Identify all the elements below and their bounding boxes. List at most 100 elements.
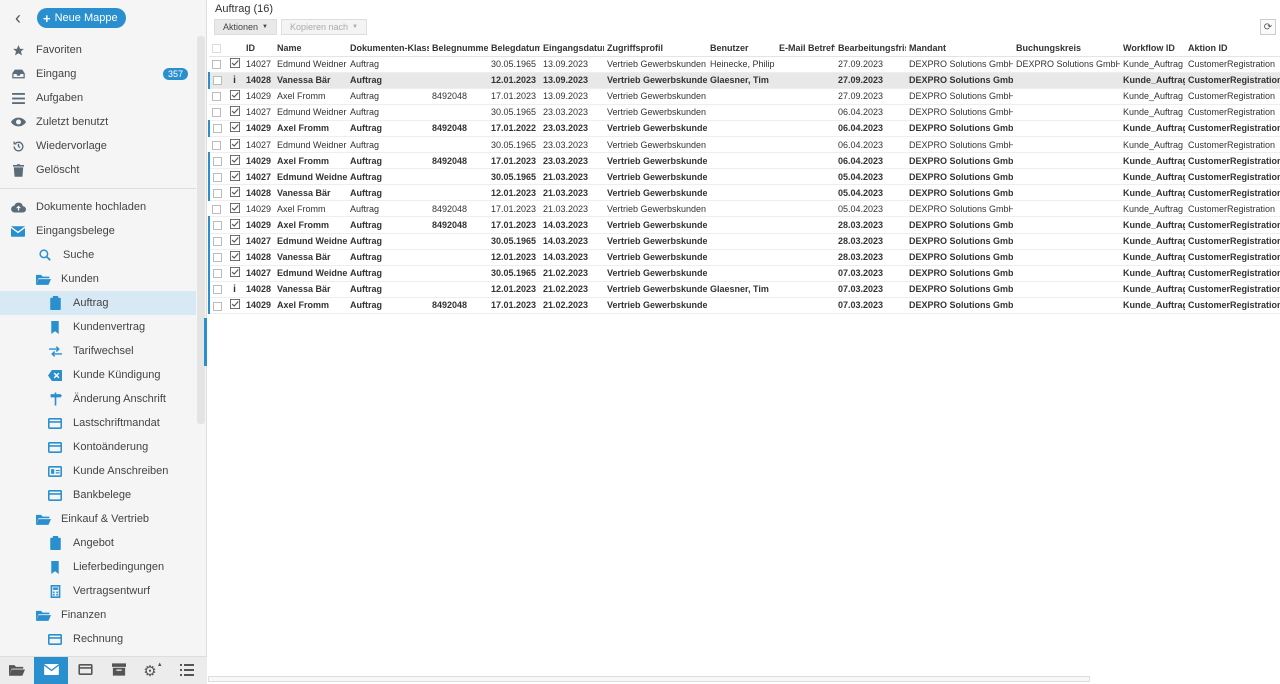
settings-tab-button[interactable]: ⚙ ▲ xyxy=(136,657,170,684)
sidebar-resize-handle[interactable] xyxy=(204,318,207,366)
tree-aenderung-anschrift[interactable]: Änderung Anschrift xyxy=(0,387,196,411)
row-checkbox[interactable] xyxy=(213,301,222,311)
row-select-cell[interactable] xyxy=(208,152,226,170)
nav-upload[interactable]: Dokumente hochladen xyxy=(0,195,196,219)
row-select-cell[interactable] xyxy=(209,88,226,105)
column-header[interactable]: Bearbeitungsfrist xyxy=(835,40,906,57)
column-header[interactable]: Workflow ID xyxy=(1120,40,1185,57)
mail-tab-button[interactable] xyxy=(34,657,68,684)
row-checkbox[interactable] xyxy=(213,253,222,263)
table-row[interactable]: 14027 Edmund Weidner Auftrag 30.05.1965 21.0… xyxy=(208,265,1280,282)
row-checkbox[interactable] xyxy=(213,156,222,166)
horizontal-scrollbar[interactable] xyxy=(208,676,1090,682)
row-checkbox[interactable] xyxy=(213,188,222,198)
row-checkbox[interactable] xyxy=(213,269,222,279)
tree-lieferbedingungen[interactable]: Lieferbedingungen xyxy=(0,555,196,579)
row-checkbox[interactable] xyxy=(212,108,221,118)
row-select-cell[interactable] xyxy=(208,72,226,89)
tree-rechnung[interactable]: Rechnung xyxy=(0,627,196,651)
table-row[interactable]: i 14028 Vanessa Bär Auftrag 12.01.2023 13.09.… xyxy=(208,72,1280,89)
table-row[interactable]: 14029 Axel Fromm Auftrag 8492048 17.01.2023 1… xyxy=(209,88,1280,105)
checkbox[interactable] xyxy=(212,43,221,53)
folder-tab-button[interactable] xyxy=(0,657,34,684)
select-all-checkbox[interactable] xyxy=(209,40,226,57)
row-select-cell[interactable] xyxy=(209,200,226,218)
row-select-cell[interactable] xyxy=(208,120,226,137)
nav-geloescht[interactable]: Gelöscht xyxy=(0,158,196,182)
copy-to-dropdown[interactable]: Kopieren nach ▼ xyxy=(280,19,367,35)
row-checkbox[interactable] xyxy=(213,221,222,231)
table-row[interactable]: 14029 Axel Fromm Auftrag 8492048 17.01.2023 1… xyxy=(208,216,1280,234)
column-header[interactable]: Belegdatum xyxy=(488,40,540,57)
row-checkbox[interactable] xyxy=(213,237,222,247)
column-header[interactable]: Belegnummer xyxy=(429,40,488,57)
row-checkbox[interactable] xyxy=(213,172,222,182)
row-checkbox[interactable] xyxy=(212,92,221,102)
tree-kunden[interactable]: Kunden xyxy=(0,267,196,291)
row-select-cell[interactable] xyxy=(208,233,226,250)
tree-tarifwechsel[interactable]: Tarifwechsel xyxy=(0,339,196,363)
table-row[interactable]: 14029 Axel Fromm Auftrag 8492048 17.01.2023 2… xyxy=(208,297,1280,315)
column-header[interactable]: Aktion ID xyxy=(1185,40,1280,57)
row-checkbox[interactable] xyxy=(213,285,222,295)
tree-kunde-kuendigung[interactable]: Kunde Kündigung xyxy=(0,363,196,387)
row-select-cell[interactable] xyxy=(208,184,226,202)
archive-tab-button[interactable] xyxy=(102,657,136,684)
tree-vertragsentwurf[interactable]: Vertragsentwurf xyxy=(0,579,196,603)
table-row[interactable]: 14028 Vanessa Bär Auftrag 12.01.2023 14.03.2… xyxy=(208,249,1280,266)
column-header[interactable]: Dokumenten-Klasse xyxy=(347,40,429,57)
row-checkbox[interactable] xyxy=(212,60,221,70)
back-button[interactable]: ‹ xyxy=(4,4,32,32)
column-header[interactable]: Buchungskreis xyxy=(1013,40,1120,57)
nav-wiedervorlage[interactable]: Wiedervorlage xyxy=(0,134,196,158)
table-row[interactable]: 14027 Edmund Weidner Auftrag 30.05.1965 21.0… xyxy=(208,168,1280,186)
table-row[interactable]: i 14028 Vanessa Bär Auftrag 12.01.2023 21.02.… xyxy=(208,281,1280,298)
table-row[interactable]: 14028 Vanessa Bär Auftrag 12.01.2023 21.03.2… xyxy=(208,184,1280,202)
new-folder-button[interactable]: + Neue Mappe xyxy=(37,8,126,28)
column-header[interactable]: Benutzer xyxy=(707,40,776,57)
table-row[interactable]: 14027 Edmund Weidner Auftrag 30.05.1965 14.0… xyxy=(208,233,1280,250)
row-select-cell[interactable] xyxy=(208,281,226,298)
tree-kundenvertrag[interactable]: Kundenvertrag xyxy=(0,315,196,339)
column-header[interactable]: Name xyxy=(274,40,347,57)
table-row[interactable]: 14027 Edmund Weidner Auftrag 30.05.1965 23.0… xyxy=(209,136,1280,154)
row-checkbox[interactable] xyxy=(213,124,222,134)
tree-lastschriftmandat[interactable]: Lastschriftmandat xyxy=(0,411,196,435)
sidebar-nav[interactable]: Favoriten Eingang 357 Aufgaben Zuletzt b… xyxy=(0,36,196,656)
tree-kunde-anschreiben[interactable]: Kunde Anschreiben xyxy=(0,459,196,483)
refresh-button[interactable]: ⟳ xyxy=(1260,19,1276,35)
row-select-cell[interactable] xyxy=(208,265,226,282)
tree-eingangsbelege[interactable]: Eingangsbelege xyxy=(0,219,196,243)
nav-eingang[interactable]: Eingang 357 xyxy=(0,62,196,86)
actions-dropdown[interactable]: Aktionen ▼ xyxy=(214,19,277,35)
row-select-cell[interactable] xyxy=(208,297,226,315)
card-tab-button[interactable] xyxy=(68,657,102,684)
column-header[interactable]: E-Mail Betreff xyxy=(776,40,835,57)
table-row[interactable]: 14029 Axel Fromm Auftrag 8492048 17.01.2023 2… xyxy=(208,152,1280,170)
tree-finanzen[interactable]: Finanzen xyxy=(0,603,196,627)
row-select-cell[interactable] xyxy=(209,56,226,73)
nav-zuletzt-benutzt[interactable]: Zuletzt benutzt xyxy=(0,110,196,134)
column-header[interactable]: Mandant xyxy=(906,40,1013,57)
table-row[interactable]: 14029 Axel Fromm Auftrag 8492048 17.01.2023 2… xyxy=(209,200,1280,218)
column-header[interactable]: Zugriffsprofil xyxy=(604,40,707,57)
tree-suche[interactable]: Suche xyxy=(0,243,196,267)
table-row[interactable]: 14027 Edmund Weidner Auftrag 30.05.1965 23.0… xyxy=(209,104,1280,121)
row-select-cell[interactable] xyxy=(208,249,226,266)
tree-auftrag[interactable]: Auftrag xyxy=(0,291,196,315)
row-select-cell[interactable] xyxy=(209,104,226,121)
table-row[interactable]: 14029 Axel Fromm Auftrag 8492048 17.01.2022 2… xyxy=(208,120,1280,137)
row-checkbox[interactable] xyxy=(212,140,221,150)
table-row[interactable]: 14027 Edmund Weidner Auftrag 30.05.1965 13.0… xyxy=(209,56,1280,73)
tree-einkauf-vertrieb[interactable]: Einkauf & Vertrieb xyxy=(0,507,196,531)
nav-favoriten[interactable]: Favoriten xyxy=(0,38,196,62)
row-select-cell[interactable] xyxy=(208,216,226,234)
tree-angebot[interactable]: Angebot xyxy=(0,531,196,555)
list-tab-button[interactable] xyxy=(170,657,204,684)
row-checkbox[interactable] xyxy=(213,76,222,86)
tree-kontoaenderung[interactable]: Kontoänderung xyxy=(0,435,196,459)
column-header[interactable]: Eingangsdatum xyxy=(540,40,604,57)
tree-bankbelege[interactable]: Bankbelege xyxy=(0,483,196,507)
row-select-cell[interactable] xyxy=(209,136,226,154)
column-header[interactable]: ID xyxy=(243,40,274,57)
